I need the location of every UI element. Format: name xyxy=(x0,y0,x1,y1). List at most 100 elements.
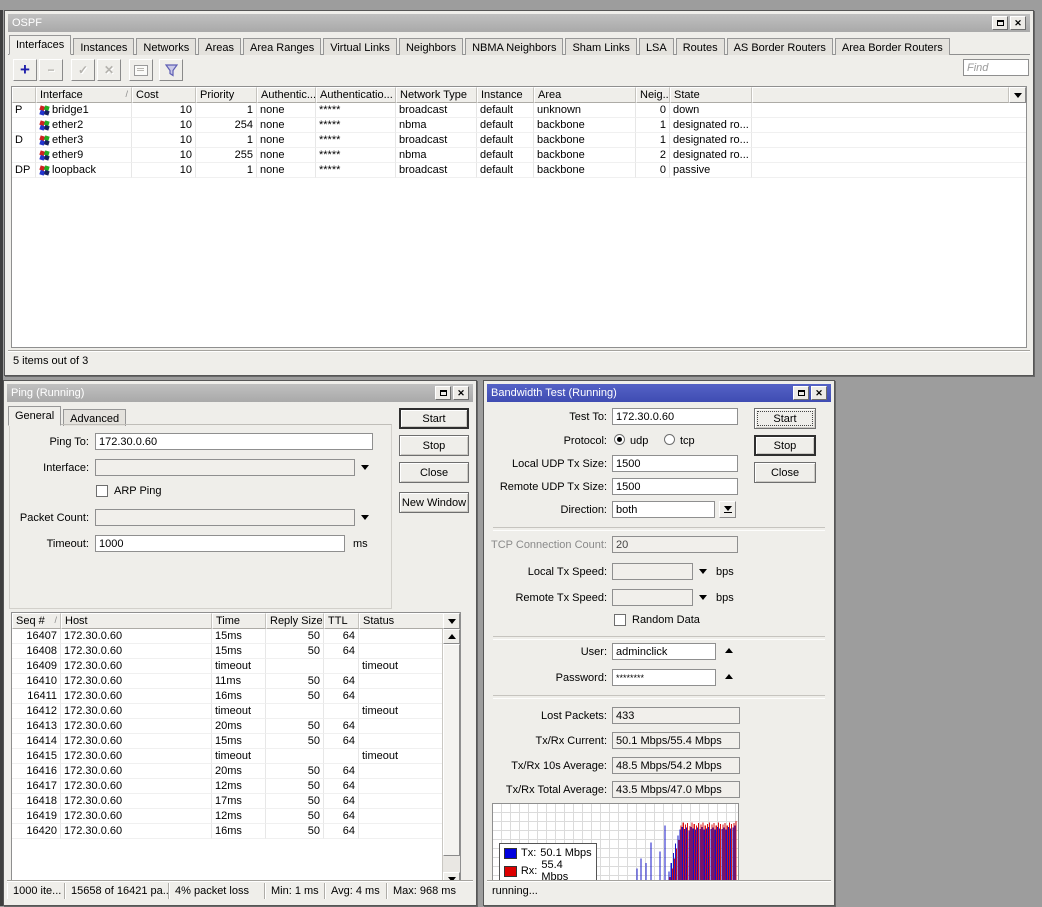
find-input[interactable] xyxy=(963,59,1029,76)
table-row[interactable]: Dether3101none*****broadcastdefaultbackb… xyxy=(12,133,1026,148)
add-button[interactable]: + xyxy=(13,59,37,81)
interface-combo[interactable] xyxy=(95,459,355,476)
tab-virtual-links[interactable]: Virtual Links xyxy=(323,38,397,55)
column-header-authenticatio[interactable]: Authenticatio... xyxy=(316,87,396,103)
column-select-button[interactable] xyxy=(1009,87,1026,103)
enable-button[interactable]: ✓ xyxy=(71,59,95,81)
table-row[interactable]: 16415172.30.0.60timeouttimeout xyxy=(12,749,444,764)
direction-dropdown-button[interactable] xyxy=(719,501,736,518)
restore-button[interactable] xyxy=(435,386,451,400)
timeout-input[interactable] xyxy=(95,535,345,552)
table-row[interactable]: 16417172.30.0.6012ms5064 xyxy=(12,779,444,794)
stop-button[interactable]: Stop xyxy=(399,435,469,456)
ospf-titlebar[interactable]: OSPF ✕ xyxy=(8,14,1030,32)
dropdown-arrow-icon[interactable] xyxy=(361,515,369,520)
new-window-button[interactable]: New Window xyxy=(399,492,469,513)
test-to-input[interactable] xyxy=(612,408,738,425)
udp-radio[interactable] xyxy=(614,434,625,445)
tab-interfaces[interactable]: Interfaces xyxy=(9,35,71,55)
table-row[interactable]: 16414172.30.0.6015ms5064 xyxy=(12,734,444,749)
column-header-area[interactable]: Area xyxy=(534,87,636,103)
table-row[interactable]: 16416172.30.0.6020ms5064 xyxy=(12,764,444,779)
comment-button[interactable] xyxy=(129,59,153,81)
tab-as-border-routers[interactable]: AS Border Routers xyxy=(727,38,833,55)
table-row[interactable]: 16419172.30.0.6012ms5064 xyxy=(12,809,444,824)
tab-area-border-routers[interactable]: Area Border Routers xyxy=(835,38,950,55)
table-row[interactable]: 16409172.30.0.60timeouttimeout xyxy=(12,659,444,674)
disable-button[interactable]: ✕ xyxy=(97,59,121,81)
table-row[interactable]: 16420172.30.0.6016ms5064 xyxy=(12,824,444,839)
restore-button[interactable] xyxy=(992,16,1008,30)
arp-ping-checkbox[interactable] xyxy=(96,485,108,497)
close-button[interactable]: ✕ xyxy=(1010,16,1026,30)
table-row[interactable]: ether210254none*****nbmadefaultbackbone1… xyxy=(12,118,1026,133)
table-row[interactable]: DPloopback101none*****broadcastdefaultba… xyxy=(12,163,1026,178)
spin-up-icon[interactable] xyxy=(725,674,733,679)
ping-to-input[interactable] xyxy=(95,433,373,450)
table-row[interactable]: 16407172.30.0.6015ms5064 xyxy=(12,629,444,644)
filter-button[interactable] xyxy=(159,59,183,81)
dropdown-arrow-icon[interactable] xyxy=(699,595,707,600)
column-header-cost[interactable]: Cost xyxy=(132,87,196,103)
dropdown-arrow-icon[interactable] xyxy=(361,465,369,470)
user-input[interactable] xyxy=(612,643,716,660)
tab-instances[interactable]: Instances xyxy=(73,38,134,55)
close-button[interactable]: ✕ xyxy=(811,386,827,400)
table-row[interactable]: 16418172.30.0.6017ms5064 xyxy=(12,794,444,809)
tab-neighbors[interactable]: Neighbors xyxy=(399,38,463,55)
tab-sham-links[interactable]: Sham Links xyxy=(565,38,636,55)
column-header-reply-size[interactable]: Reply Size xyxy=(266,613,324,629)
password-input[interactable] xyxy=(612,669,716,686)
table-row[interactable]: 16408172.30.0.6015ms5064 xyxy=(12,644,444,659)
close-button[interactable]: Close xyxy=(754,462,816,483)
column-header-neig[interactable]: Neig... xyxy=(636,87,670,103)
column-header-flags[interactable] xyxy=(12,87,36,103)
table-row[interactable]: Pbridge1101none*****broadcastdefaultunkn… xyxy=(12,103,1026,118)
tab-routes[interactable]: Routes xyxy=(676,38,725,55)
tab-lsa[interactable]: LSA xyxy=(639,38,674,55)
column-header-interface[interactable]: Interface/ xyxy=(36,87,132,103)
table-row[interactable]: ether910255none*****nbmadefaultbackbone2… xyxy=(12,148,1026,163)
remove-button[interactable]: − xyxy=(39,59,63,81)
start-button[interactable]: Start xyxy=(754,408,816,429)
close-button[interactable]: Close xyxy=(399,462,469,483)
direction-combo[interactable] xyxy=(612,501,715,518)
column-select-button[interactable] xyxy=(443,613,460,629)
bandwidth-titlebar[interactable]: Bandwidth Test (Running) ✕ xyxy=(487,384,831,402)
tab-area-ranges[interactable]: Area Ranges xyxy=(243,38,321,55)
table-row[interactable]: 16410172.30.0.6011ms5064 xyxy=(12,674,444,689)
local-udp-tx-size-input[interactable] xyxy=(612,455,738,472)
tab-networks[interactable]: Networks xyxy=(136,38,196,55)
dropdown-arrow-icon[interactable] xyxy=(699,569,707,574)
table-row[interactable]: 16412172.30.0.60timeouttimeout xyxy=(12,704,444,719)
scroll-up-button[interactable] xyxy=(443,629,460,644)
spin-up-icon[interactable] xyxy=(725,648,733,653)
restore-button[interactable] xyxy=(793,386,809,400)
packet-count-combo[interactable] xyxy=(95,509,355,526)
table-row[interactable]: 16411172.30.0.6016ms5064 xyxy=(12,689,444,704)
start-button[interactable]: Start xyxy=(399,408,469,429)
column-header-status[interactable]: Status xyxy=(359,613,443,629)
interface-icon xyxy=(39,165,50,176)
close-button[interactable]: ✕ xyxy=(453,386,469,400)
scrollbar-thumb[interactable] xyxy=(443,644,460,856)
column-header-priority[interactable]: Priority xyxy=(196,87,257,103)
column-header-network-type[interactable]: Network Type xyxy=(396,87,477,103)
tab-nbma-neighbors[interactable]: NBMA Neighbors xyxy=(465,38,563,55)
tcp-radio[interactable] xyxy=(664,434,675,445)
stop-button[interactable]: Stop xyxy=(754,435,816,456)
column-header-seq[interactable]: Seq #/ xyxy=(12,613,61,629)
random-data-checkbox[interactable] xyxy=(614,614,626,626)
column-header-ttl[interactable]: TTL xyxy=(324,613,359,629)
column-header-authentic[interactable]: Authentic... xyxy=(257,87,316,103)
tab-areas[interactable]: Areas xyxy=(198,38,241,55)
tab-general[interactable]: General xyxy=(8,406,61,426)
column-header-instance[interactable]: Instance xyxy=(477,87,534,103)
vertical-scrollbar[interactable] xyxy=(442,629,460,887)
column-header-time[interactable]: Time xyxy=(212,613,266,629)
ping-titlebar[interactable]: Ping (Running) ✕ xyxy=(7,384,473,402)
column-header-host[interactable]: Host xyxy=(61,613,212,629)
column-header-state[interactable]: State xyxy=(670,87,752,103)
remote-udp-tx-size-input[interactable] xyxy=(612,478,738,495)
table-row[interactable]: 16413172.30.0.6020ms5064 xyxy=(12,719,444,734)
